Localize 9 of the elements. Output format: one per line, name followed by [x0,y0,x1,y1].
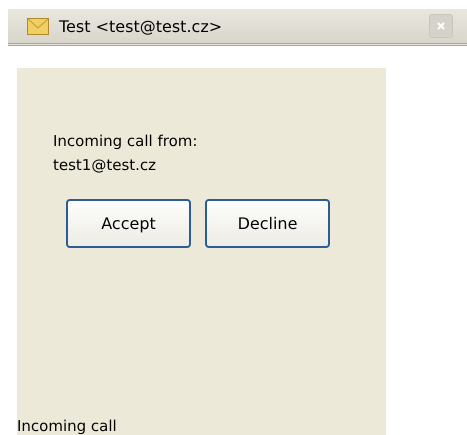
window-title: Test <test@test.cz> [59,16,224,36]
close-icon [436,21,446,31]
accept-button[interactable]: Accept [66,199,191,248]
close-button[interactable] [429,14,453,38]
caller-address: test1@test.cz [53,155,158,175]
decline-button[interactable]: Decline [205,199,330,248]
status-text: Incoming call [17,418,117,435]
message-text: Incoming call from: [53,131,198,151]
envelope-icon [27,18,49,34]
